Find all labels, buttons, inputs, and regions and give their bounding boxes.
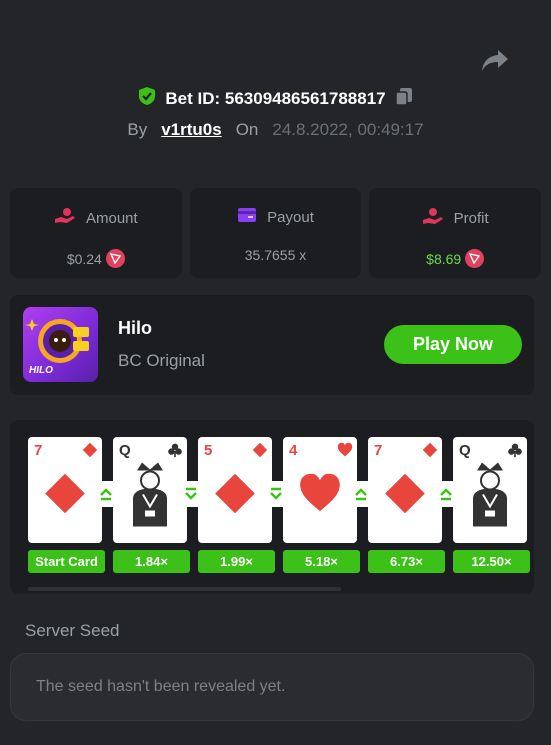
diamond-icon [213,472,257,521]
bet-id-text: Bet ID: 56309486561788817 [165,88,386,108]
card-multiplier: 1.99× [198,550,275,573]
payout-value: 35.7655 x [244,247,307,263]
club-icon [167,442,183,463]
playing-card: Q [113,437,187,543]
amount-stat: Amount $0.24 [10,188,182,278]
card-rank: 4 [289,442,298,459]
higher-arrow-icon [433,481,459,507]
lower-arrow-icon [178,481,204,507]
higher-arrow-icon [348,481,374,507]
card-slot: Q 12.50× [453,437,531,573]
profit-label: Profit [453,209,489,227]
card-rank: 7 [34,442,43,459]
game-subtitle: BC Original [118,351,205,370]
trx-coin-icon [465,249,485,268]
diamond-icon [383,472,427,521]
playing-card: 7 [368,437,442,543]
username-link[interactable]: v1rtu0s [161,120,221,140]
heart-icon [298,472,342,521]
share-icon[interactable] [480,48,510,74]
card-multiplier: 6.73× [368,550,445,573]
trx-coin-icon [105,249,125,268]
game-card: HILO Hilo BC Original Play Now [10,295,534,395]
bet-stats: Amount $0.24 Payout 35.7655 x Profit $8.… [10,188,542,278]
club-icon [507,442,523,463]
profit-stat: Profit $8.69 [369,188,542,278]
hilo-game-thumbnail[interactable]: HILO [23,307,98,382]
card-multiplier: 5.18× [283,550,360,573]
playing-card: 4 [283,437,357,543]
server-seed-label: Server Seed [25,621,120,640]
money-hand-icon [54,207,76,229]
card-rank: Q [119,442,131,459]
bet-meta-row: By v1rtu0s On 24.8.2022, 00:49:17 [0,120,551,140]
hilo-thumb-label: HILO [29,365,53,376]
diamond-icon [422,442,438,463]
copy-icon[interactable] [394,86,414,111]
bet-date: 24.8.2022, 00:49:17 [272,120,424,139]
amount-value: $0.24 [66,250,102,267]
amount-label: Amount [85,209,138,227]
cards-history-panel: 7 Start Card Q 1.84× 5 1.99× 4 5.18× 7 6… [10,420,534,594]
card-rank: Q [459,442,471,459]
higher-arrow-icon [93,481,119,507]
game-title: Hilo [118,318,152,338]
card-rank: 7 [374,442,383,459]
payout-stat: Payout 35.7655 x [189,188,362,278]
profit-value: $8.69 [426,250,462,267]
horizontal-scrollbar[interactable] [28,587,341,591]
card-multiplier: 12.50× [453,550,530,573]
wallet-icon [237,207,257,227]
diamond-icon [82,442,98,463]
heart-icon [337,442,353,463]
cards-row[interactable]: 7 Start Card Q 1.84× 5 1.99× 4 5.18× 7 6… [28,437,534,577]
playing-card: 7 [28,437,102,543]
card-rank: 5 [204,442,213,459]
card-multiplier: 1.84× [113,550,190,573]
card-multiplier: Start Card [28,550,105,573]
verified-shield-icon [137,86,157,111]
on-label: On [235,120,259,139]
server-seed-field: The seed hasn't been revealed yet. [10,653,534,721]
diamond-icon [43,472,87,521]
playing-card: 5 [198,437,272,543]
play-now-button[interactable]: Play Now [384,325,522,364]
queen-figure-icon [125,461,175,532]
lower-arrow-icon [263,481,289,507]
by-label: By [127,120,148,139]
queen-figure-icon [465,461,515,532]
playing-card: Q [453,437,527,543]
profit-hand-icon [422,207,444,229]
payout-label: Payout [267,208,314,226]
bet-id-row: Bet ID: 56309486561788817 [0,86,551,111]
diamond-icon [252,442,268,463]
